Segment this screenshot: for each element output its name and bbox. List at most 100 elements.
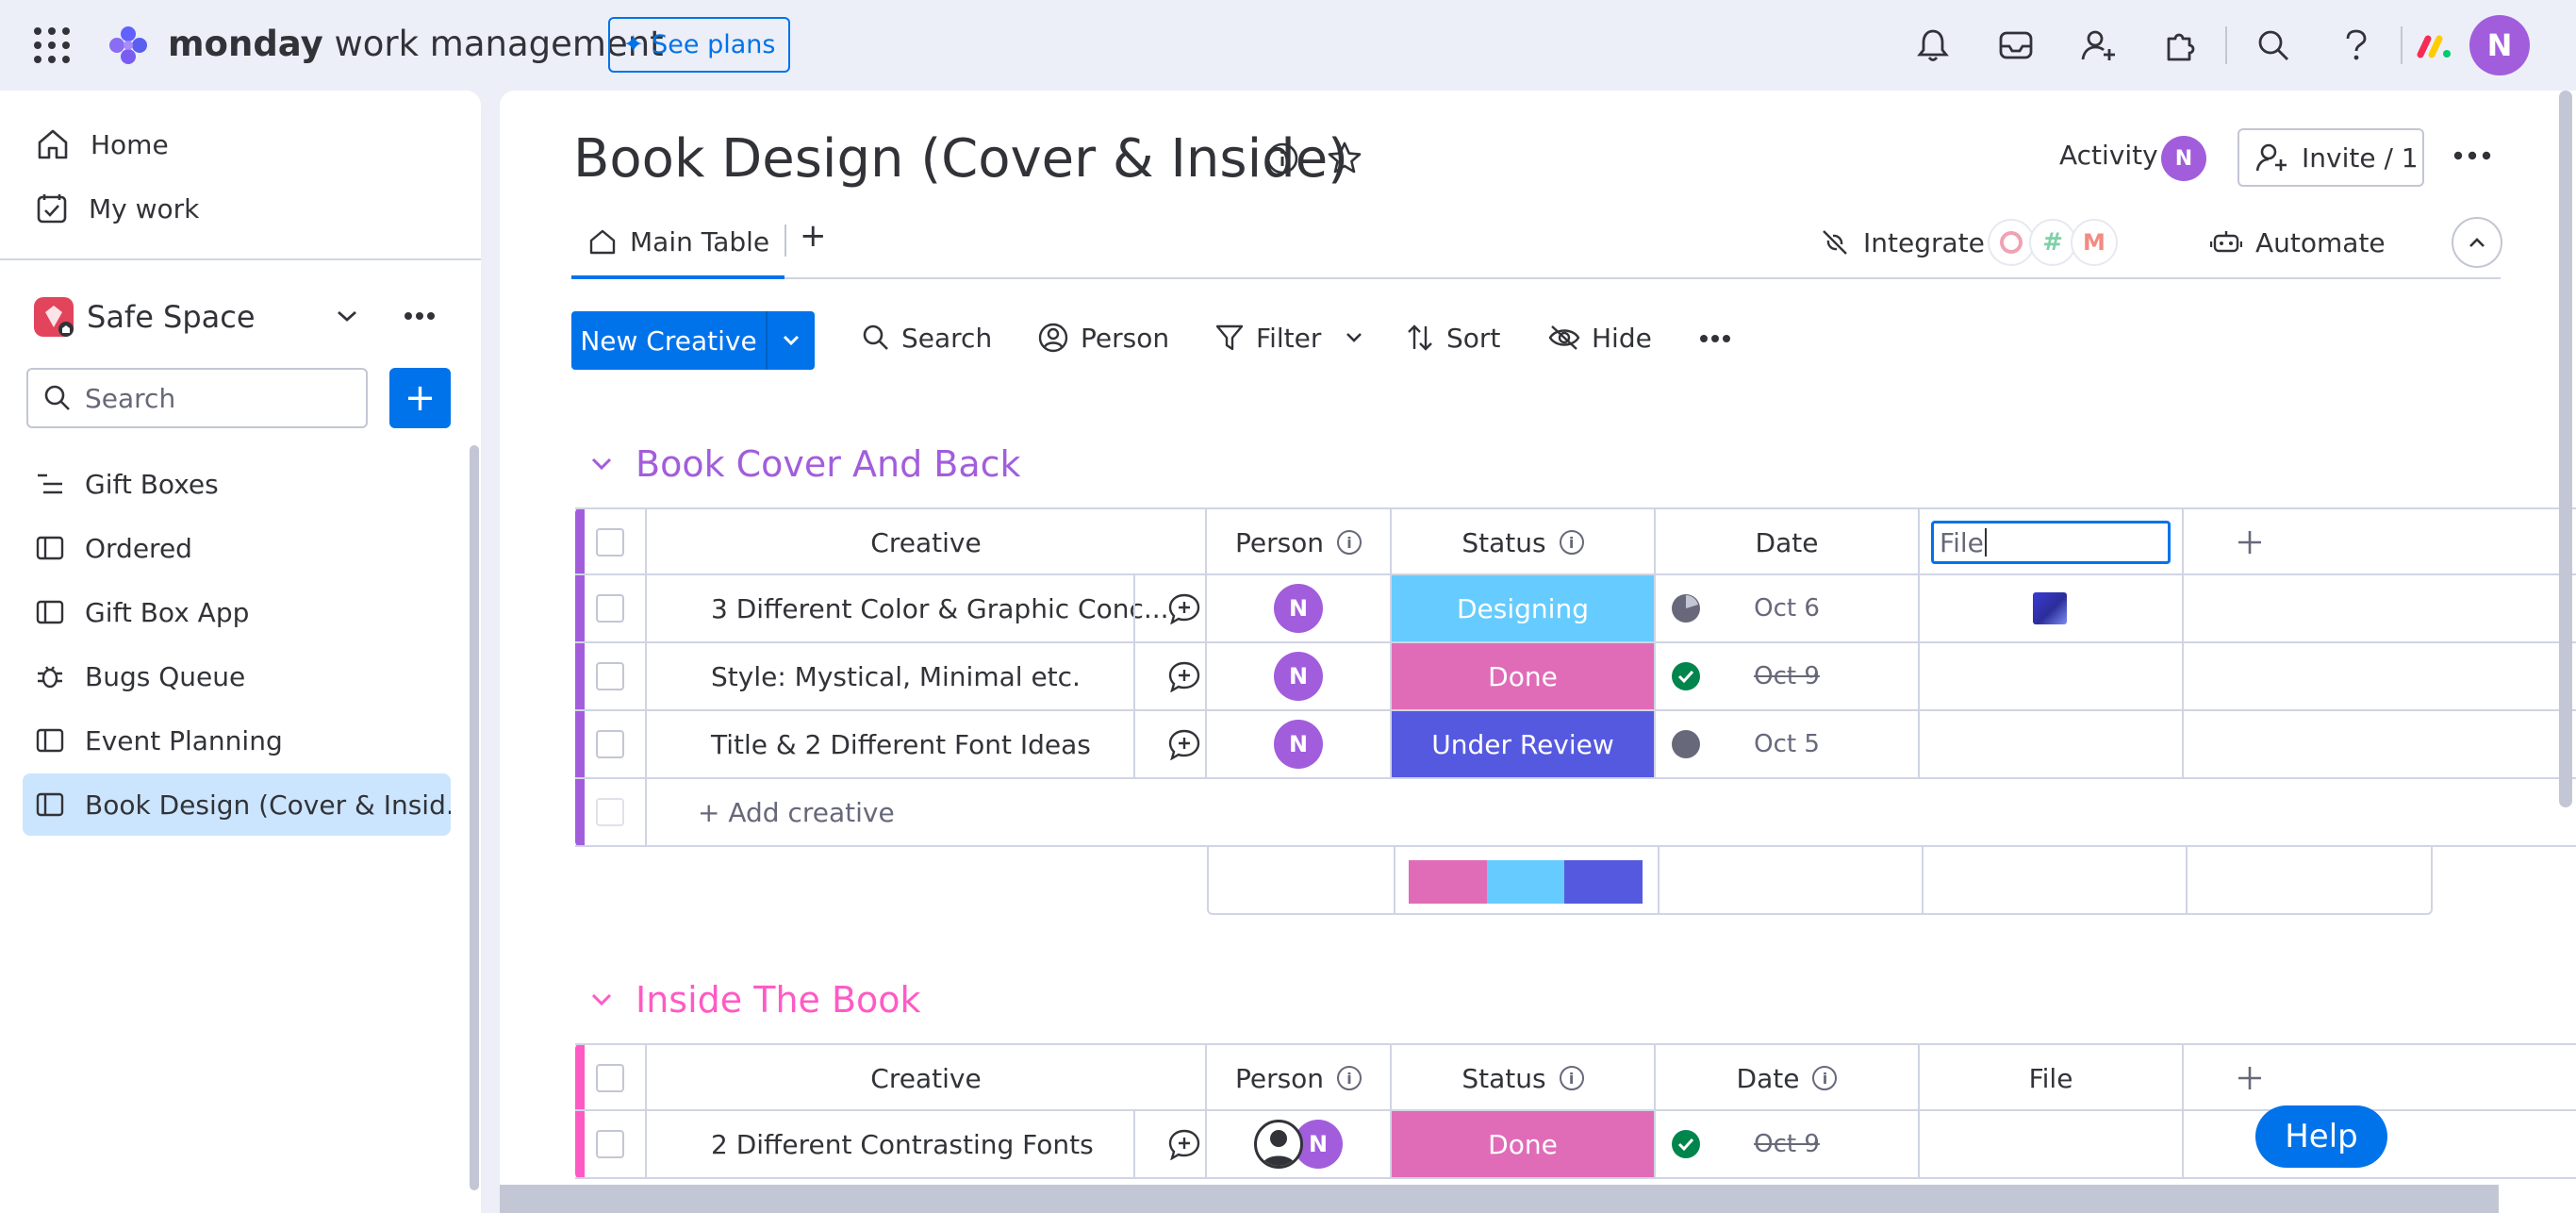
date-cell[interactable]: Oct 6: [1656, 575, 1920, 641]
add-item-button[interactable]: +: [389, 368, 451, 428]
file-cell[interactable]: [1920, 1111, 2184, 1177]
column-header-date[interactable]: Date: [1656, 509, 1920, 575]
workspace-selector[interactable]: Safe Space: [34, 291, 449, 343]
vertical-scrollbar[interactable]: [2559, 91, 2572, 807]
user-avatar[interactable]: N: [2469, 15, 2530, 75]
invite-button[interactable]: Invite / 1: [2237, 128, 2424, 187]
add-column-button[interactable]: [2184, 1045, 2316, 1111]
row-checkbox-cell[interactable]: [575, 711, 647, 777]
filter-button[interactable]: Filter: [1214, 311, 1321, 364]
sidebar-search-input[interactable]: Search: [26, 368, 368, 428]
column-header-file[interactable]: File: [1920, 509, 2184, 575]
bell-icon[interactable]: [1912, 25, 1954, 66]
chevron-down-icon[interactable]: [336, 307, 358, 324]
file-cell[interactable]: [1920, 711, 2184, 777]
sidebar-board-item[interactable]: Ordered: [23, 517, 451, 579]
table-row[interactable]: 3 Different Color & Graphic Conc... N Desi…: [575, 575, 2576, 643]
row-checkbox[interactable]: [596, 730, 624, 758]
date-cell[interactable]: Oct 5: [1656, 711, 1920, 777]
person-filter-button[interactable]: Person: [1037, 311, 1169, 364]
status-cell[interactable]: Done: [1392, 643, 1656, 709]
column-info-icon[interactable]: i: [1812, 1066, 1838, 1090]
sidebar-board-item[interactable]: Gift Boxes: [23, 453, 451, 515]
add-update-icon[interactable]: [1167, 592, 1201, 624]
search-icon[interactable]: [2253, 25, 2294, 66]
row-checkbox-cell[interactable]: [575, 643, 647, 709]
table-row[interactable]: Style: Mystical, Minimal etc. N Done Oct 9: [575, 643, 2576, 711]
item-name-cell[interactable]: 3 Different Color & Graphic Conc...: [647, 575, 1207, 641]
search-button[interactable]: Search: [862, 311, 992, 364]
sidebar-board-item[interactable]: Event Planning: [23, 709, 451, 772]
automate-button[interactable]: Automate: [2210, 221, 2386, 264]
integration-apps[interactable]: # M: [1988, 219, 2118, 266]
collapse-header-button[interactable]: [2452, 217, 2502, 268]
column-header-creative[interactable]: Creative: [647, 1045, 1207, 1111]
column-header-person[interactable]: Person i: [1207, 1045, 1392, 1111]
row-checkbox-cell[interactable]: [575, 1111, 647, 1177]
item-name-cell[interactable]: Title & 2 Different Font Ideas: [647, 711, 1207, 777]
date-cell[interactable]: Oct 9: [1656, 1111, 1920, 1177]
add-update-icon[interactable]: [1167, 660, 1201, 692]
filter-dropdown[interactable]: [1345, 311, 1363, 364]
see-plans-button[interactable]: ✦ See plans: [608, 17, 790, 73]
add-item-input[interactable]: + Add creative: [698, 779, 895, 845]
help-button[interactable]: Help: [2255, 1105, 2387, 1168]
header-checkbox-cell[interactable]: [575, 509, 647, 575]
person-cell[interactable]: N: [1207, 643, 1392, 709]
apps-grid-icon[interactable]: [34, 27, 70, 63]
add-view-button[interactable]: +: [800, 217, 827, 255]
hide-button[interactable]: Hide: [1548, 311, 1652, 364]
activity-avatar[interactable]: N: [2161, 136, 2206, 181]
column-info-icon[interactable]: i: [1337, 530, 1362, 555]
chevron-down-icon[interactable]: [768, 334, 815, 347]
sidebar-board-item[interactable]: Gift Box App: [23, 581, 451, 643]
column-header-creative[interactable]: Creative: [647, 509, 1207, 575]
file-thumbnail[interactable]: [2033, 592, 2067, 624]
star-icon[interactable]: [1326, 140, 1363, 177]
table-row[interactable]: Title & 2 Different Font Ideas N Under Rev…: [575, 711, 2576, 779]
info-icon[interactable]: [1265, 141, 1299, 175]
chevron-down-icon[interactable]: [590, 992, 613, 1007]
header-checkbox-cell[interactable]: [575, 1045, 647, 1111]
status-cell[interactable]: Under Review: [1392, 711, 1656, 777]
group-header[interactable]: Inside The Book: [590, 979, 921, 1021]
file-cell[interactable]: [1920, 643, 2184, 709]
row-checkbox-cell[interactable]: [575, 575, 647, 641]
file-cell[interactable]: [1920, 575, 2184, 641]
column-header-person[interactable]: Person i: [1207, 509, 1392, 575]
status-cell[interactable]: Done: [1392, 1111, 1656, 1177]
person-cell[interactable]: N: [1207, 575, 1392, 641]
column-header-date[interactable]: Date i: [1656, 1045, 1920, 1111]
status-summary-bar[interactable]: [1409, 860, 1643, 904]
monday-products-icon[interactable]: [2416, 31, 2453, 59]
person-avatar[interactable]: N: [1274, 720, 1323, 769]
date-cell[interactable]: Oct 9: [1656, 643, 1920, 709]
column-header-status[interactable]: Status i: [1392, 509, 1656, 575]
sidebar-item-my-work[interactable]: My work: [23, 177, 451, 240]
row-checkbox[interactable]: [596, 662, 624, 690]
more-options-icon[interactable]: [404, 311, 436, 321]
chevron-down-icon[interactable]: [590, 457, 613, 472]
item-name-cell[interactable]: 2 Different Contrasting Fonts: [647, 1111, 1207, 1177]
sidebar-board-item[interactable]: Bugs Queue: [23, 645, 451, 707]
sort-button[interactable]: Sort: [1405, 311, 1500, 364]
board-title[interactable]: Book Design (Cover & Inside): [573, 128, 1348, 190]
help-icon[interactable]: [2336, 25, 2377, 66]
column-header-file[interactable]: File: [1920, 1045, 2184, 1111]
column-info-icon[interactable]: i: [1559, 530, 1584, 555]
person-cell[interactable]: N: [1207, 1111, 1392, 1177]
sidebar-scrollbar[interactable]: [470, 445, 479, 1190]
row-checkbox[interactable]: [596, 594, 624, 623]
row-checkbox[interactable]: [596, 798, 624, 826]
column-header-status[interactable]: Status i: [1392, 1045, 1656, 1111]
apps-marketplace-icon[interactable]: [2160, 25, 2202, 66]
add-item-row[interactable]: + Add creative: [575, 779, 2576, 847]
add-update-icon[interactable]: [1167, 1128, 1201, 1160]
column-info-icon[interactable]: i: [1337, 1066, 1362, 1090]
column-info-icon[interactable]: i: [1559, 1066, 1584, 1090]
invite-members-icon[interactable]: [2078, 25, 2120, 66]
sidebar-board-item[interactable]: Book Design (Cover & Insid...: [23, 773, 451, 836]
more-options-icon[interactable]: [1699, 334, 1731, 343]
add-column-button[interactable]: [2184, 509, 2316, 575]
board-menu-icon[interactable]: [2453, 151, 2491, 160]
